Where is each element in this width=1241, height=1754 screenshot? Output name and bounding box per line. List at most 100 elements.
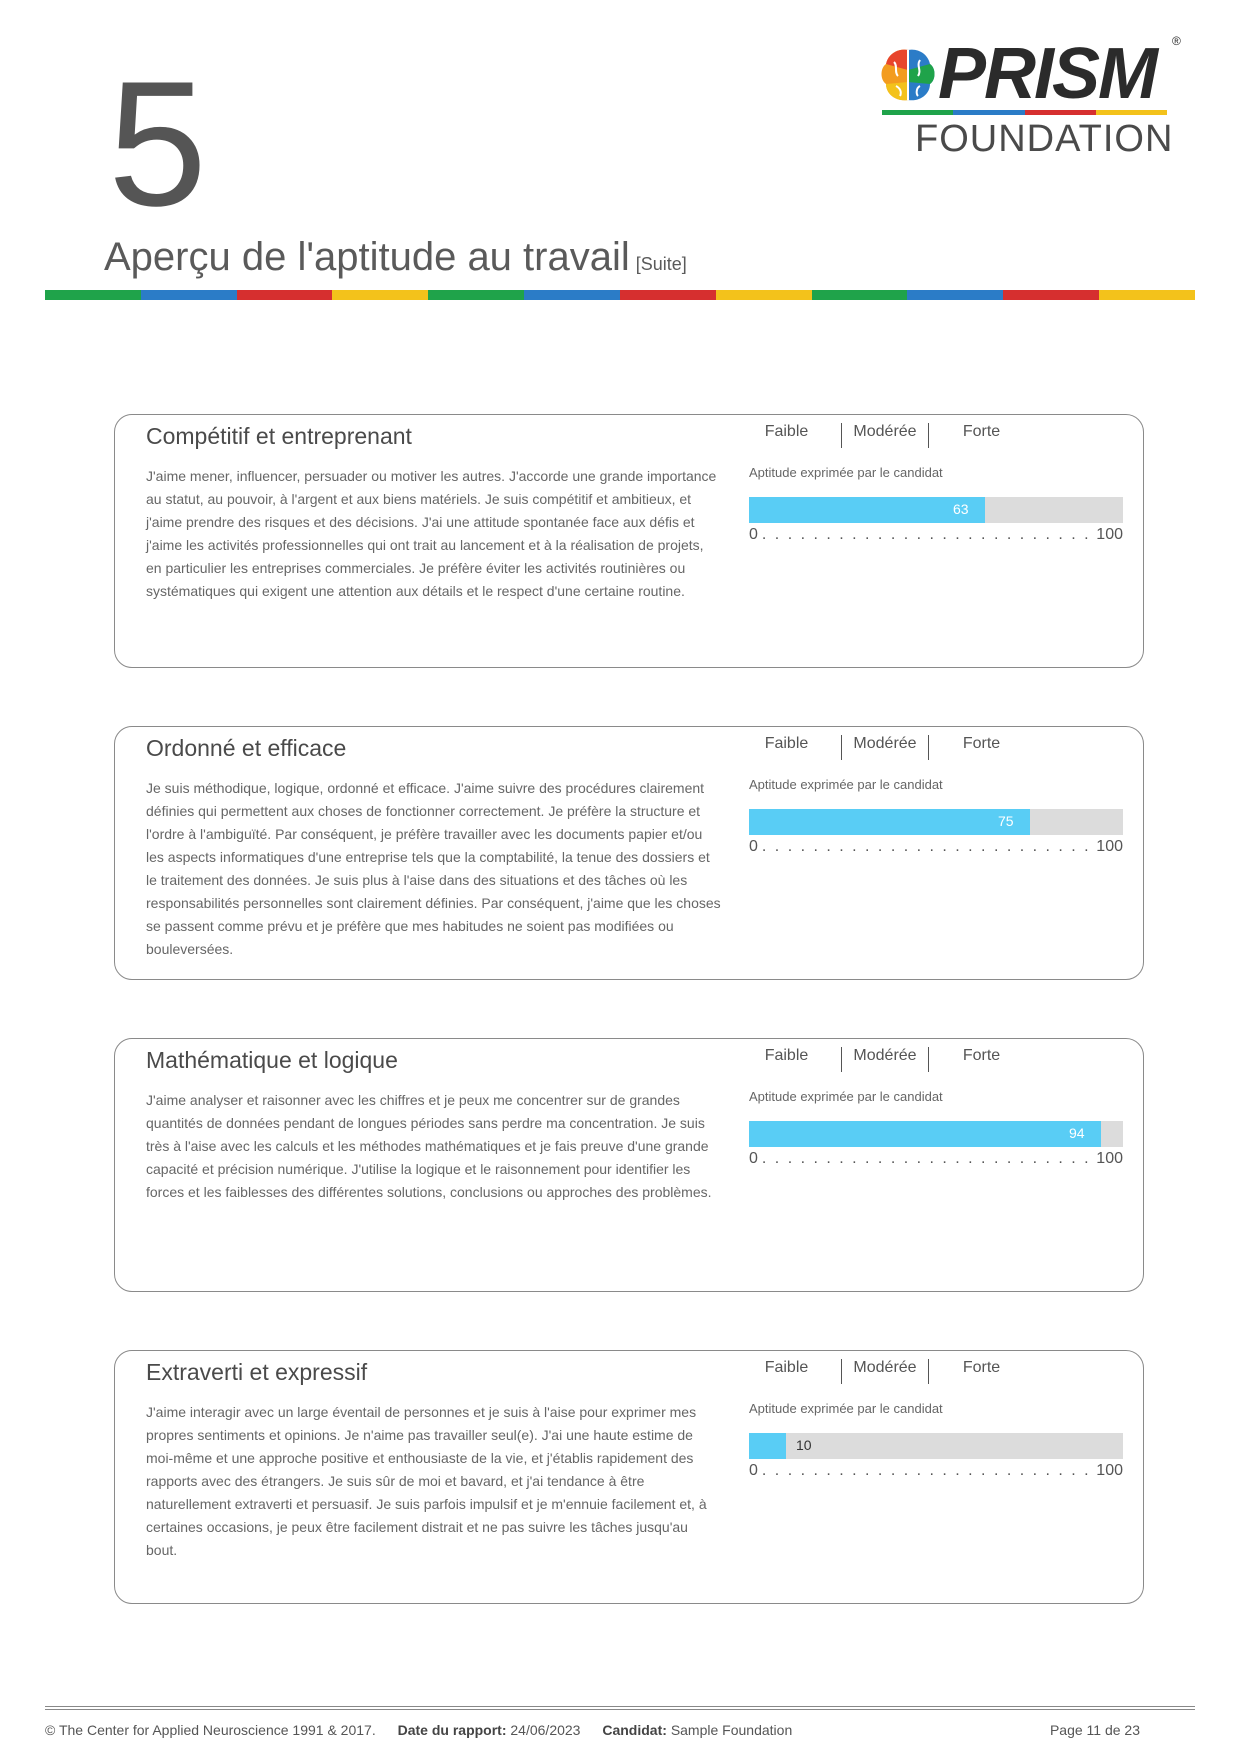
color-divider-segment [236,290,333,300]
color-divider-segment [140,290,237,300]
aptitude-card: Extraverti et expressif J'aime interagir… [114,1350,1144,1604]
footer-date-value: 24/06/2023 [510,1722,581,1738]
level-scale: Faible Modérée Forte [735,735,1035,761]
level-low-label: Faible [764,1047,809,1064]
level-high-label: Forte [962,423,1001,440]
footer: © The Center for Applied Neuroscience 19… [45,1722,1195,1738]
aptitude-card: Compétitif et entreprenant J'aime mener,… [114,414,1144,668]
aptitude-card: Ordonné et efficace Je suis méthodique, … [114,726,1144,980]
scale-dots: . . . . . . . . . . . . . . . . . . . . … [761,526,1092,543]
level-divider [841,1047,842,1072]
scale-max: 100 [1096,838,1123,855]
level-high-label: Forte [962,1359,1001,1376]
color-divider-segment [619,290,716,300]
footer-candidate-label: Candidat: [602,1722,667,1738]
logo-underline-segment [953,110,1025,115]
scale-dots: . . . . . . . . . . . . . . . . . . . . … [761,1462,1092,1479]
color-divider-segment [428,290,525,300]
level-low-label: Faible [764,1359,809,1376]
level-low-label: Faible [764,735,809,752]
scale-min: 0 [749,838,758,855]
score-value: 75 [998,813,1014,829]
score-value: 63 [953,501,969,517]
logo-subtitle: FOUNDATION [915,118,1174,160]
card-title: Compétitif et entreprenant [146,423,412,449]
scale-dots: . . . . . . . . . . . . . . . . . . . . … [761,1150,1092,1167]
aptitude-card: Mathématique et logique J'aime analyser … [114,1038,1144,1292]
card-description: J'aime analyser et raisonner avec les ch… [146,1092,712,1200]
brain-icon [881,49,935,101]
footer-rule [45,1709,1195,1710]
score-bar-track: 94 [749,1121,1123,1147]
scale-min: 0 [749,1462,758,1479]
registered-mark: ® [1172,34,1181,48]
logo-wordmark: PRISM [938,34,1158,114]
bar-caption: Aptitude exprimée par le candidat [749,1401,943,1416]
card-description: Je suis méthodique, logique, ordonné et … [146,780,721,957]
color-divider-segment [907,290,1004,300]
score-scale: 0 . . . . . . . . . . . . . . . . . . . … [749,838,1123,856]
score-bar-track: 10 [749,1433,1123,1459]
level-divider [928,423,929,448]
level-mid-label: Modérée [853,1359,917,1376]
card-description: J'aime mener, influencer, persuader ou m… [146,468,717,599]
level-scale: Faible Modérée Forte [735,1359,1035,1385]
level-divider [841,735,842,760]
card-description: J'aime interagir avec un large éventail … [146,1404,707,1558]
card-title: Mathématique et logique [146,1047,398,1073]
level-divider [841,423,842,448]
color-divider-segment [524,290,620,300]
score-scale: 0 . . . . . . . . . . . . . . . . . . . … [749,1150,1123,1168]
score-scale: 0 . . . . . . . . . . . . . . . . . . . … [749,1462,1123,1480]
card-title: Ordonné et efficace [146,735,347,761]
score-bar-track: 75 [749,809,1123,835]
score-value: 10 [796,1437,812,1453]
score-bar-fill [749,1121,1101,1147]
score-bar-fill [749,1433,786,1459]
level-scale: Faible Modérée Forte [735,423,1035,449]
scale-dots: . . . . . . . . . . . . . . . . . . . . … [761,838,1092,855]
level-divider [841,1359,842,1384]
bar-caption: Aptitude exprimée par le candidat [749,777,943,792]
color-divider-segment [811,290,908,300]
score-bar-track: 63 [749,497,1123,523]
color-divider-segment [715,290,812,300]
logo-underline-segment [1095,110,1167,115]
level-high-label: Forte [962,735,1001,752]
level-mid-label: Modérée [853,423,917,440]
score-scale: 0 . . . . . . . . . . . . . . . . . . . … [749,526,1123,544]
footer-rule [45,1706,1195,1707]
score-value: 94 [1069,1125,1085,1141]
level-low-label: Faible [764,423,809,440]
color-divider-segment [1099,290,1195,300]
color-divider-bar [45,290,1195,300]
section-title-suffix: [Suite] [635,254,687,274]
logo-color-underline [882,110,1167,115]
logo-underline-segment [1024,110,1096,115]
section-title: Aperçu de l'aptitude au travail [Suite] [104,235,687,280]
footer-date-label: Date du rapport: [397,1722,507,1738]
color-divider-segment [332,290,429,300]
scale-min: 0 [749,1150,758,1167]
level-divider [928,735,929,760]
scale-max: 100 [1096,1150,1123,1167]
score-bar-fill [749,497,985,523]
scale-max: 100 [1096,1462,1123,1479]
footer-candidate-value: Sample Foundation [670,1722,793,1738]
bar-caption: Aptitude exprimée par le candidat [749,465,943,480]
score-bar-fill [749,809,1030,835]
prism-foundation-logo: PRISM ® FOUNDATION [880,34,1181,160]
logo-underline-segment [882,110,954,115]
level-divider [928,1359,929,1384]
level-mid-label: Modérée [853,1047,917,1064]
card-title: Extraverti et expressif [146,1359,368,1385]
level-divider [928,1047,929,1072]
scale-max: 100 [1096,526,1123,543]
level-mid-label: Modérée [853,735,917,752]
level-high-label: Forte [962,1047,1001,1064]
level-scale: Faible Modérée Forte [735,1047,1035,1073]
footer-page-number: Page 11 de 23 [1049,1722,1140,1738]
footer-copyright: © The Center for Applied Neuroscience 19… [45,1722,376,1738]
color-divider-segment [1003,290,1100,300]
scale-min: 0 [749,526,758,543]
